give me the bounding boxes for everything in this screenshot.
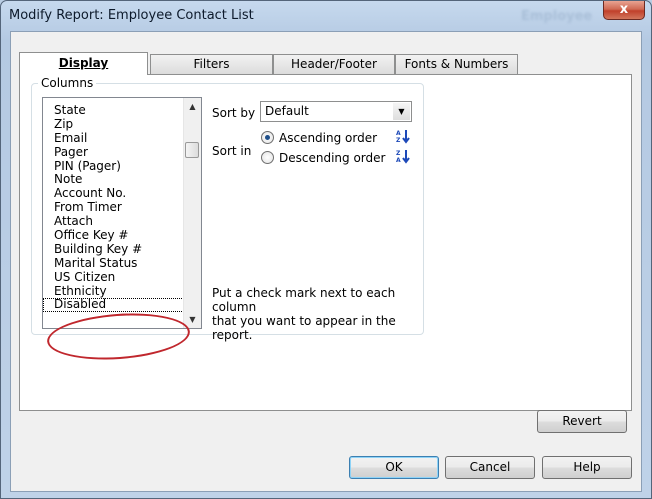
sort-descending-icon: ZA: [396, 149, 410, 167]
columns-listbox[interactable]: State Zip Email Pager PIN (Pager) Note A…: [42, 97, 202, 329]
list-item[interactable]: Zip: [43, 117, 186, 132]
list-item[interactable]: Building Key #: [43, 242, 186, 257]
title-bar[interactable]: Modify Report: Employee Contact List Emp…: [1, 1, 651, 31]
hint-line-2: that you want to appear in the report.: [212, 314, 396, 342]
tab-display[interactable]: Display: [19, 52, 148, 75]
tab-header-footer-label: Header/Footer: [291, 57, 377, 71]
list-item[interactable]: Email: [43, 131, 186, 146]
list-item[interactable]: From Timer: [43, 201, 186, 215]
ascending-order-radio[interactable]: Ascending order: [261, 130, 377, 146]
descending-order-label: Descending order: [279, 151, 386, 165]
window-title: Modify Report: Employee Contact List: [9, 8, 254, 23]
display-tab-panel: Columns State Zip Email Pager PIN (Pager…: [19, 74, 632, 411]
tab-filters[interactable]: Filters: [150, 54, 273, 74]
list-item[interactable]: Office Key #: [43, 229, 186, 243]
sort-by-label: Sort by: [212, 106, 256, 120]
list-item[interactable]: PIN (Pager): [43, 159, 186, 174]
tab-filters-label: Filters: [193, 57, 230, 71]
columns-groupbox: Columns State Zip Email Pager PIN (Pager…: [31, 76, 424, 364]
sort-by-dropdown[interactable]: Default ▼: [260, 101, 412, 122]
close-icon: x: [619, 2, 629, 17]
tab-fonts-numbers[interactable]: Fonts & Numbers: [395, 54, 518, 74]
list-item[interactable]: State: [43, 104, 186, 118]
svg-text:A: A: [396, 130, 401, 137]
column-hint-text: Put a check mark next to each column tha…: [212, 286, 423, 342]
tab-fonts-numbers-label: Fonts & Numbers: [404, 57, 509, 71]
close-button[interactable]: x: [603, 1, 645, 20]
list-item[interactable]: US Citizen: [43, 270, 186, 285]
sort-in-label: Sort in: [212, 144, 252, 158]
list-item[interactable]: Account No.: [43, 187, 186, 201]
list-item[interactable]: Note: [43, 173, 186, 187]
ascending-order-label: Ascending order: [279, 131, 378, 145]
help-button[interactable]: Help: [542, 456, 632, 479]
columns-group-label: Columns: [38, 76, 97, 90]
revert-button[interactable]: Revert: [537, 410, 627, 433]
svg-text:Z: Z: [396, 150, 401, 157]
svg-text:Z: Z: [396, 137, 401, 144]
dialog-window: Modify Report: Employee Contact List Emp…: [0, 0, 652, 499]
background-window-title: Employee: [521, 9, 593, 24]
dialog-client-area: Display Filters Header/Footer Fonts & Nu…: [10, 31, 642, 492]
scroll-up-arrow-icon[interactable]: ▲: [184, 98, 201, 115]
list-item[interactable]: Ethnicity: [43, 284, 186, 299]
list-item[interactable]: Disabled: [43, 298, 186, 313]
list-item[interactable]: Marital Status: [43, 256, 186, 271]
sort-ascending-icon: AZ: [396, 129, 410, 147]
ok-button[interactable]: OK: [349, 456, 439, 479]
scroll-thumb[interactable]: [185, 142, 199, 158]
tab-display-label: Display: [58, 56, 109, 70]
hint-line-1: Put a check mark next to each column: [212, 286, 396, 314]
list-item[interactable]: Attach: [43, 215, 186, 229]
scroll-down-arrow-icon[interactable]: ▼: [184, 311, 201, 328]
columns-scrollbar[interactable]: ▲ ▼: [183, 98, 201, 328]
columns-list: State Zip Email Pager PIN (Pager) Note A…: [43, 104, 186, 313]
radio-checked-icon[interactable]: [261, 131, 274, 144]
sort-by-value: Default: [265, 104, 309, 118]
radio-unchecked-icon[interactable]: [261, 151, 274, 164]
svg-text:A: A: [396, 157, 401, 164]
chevron-down-icon[interactable]: ▼: [393, 103, 410, 120]
descending-order-radio[interactable]: Descending order: [261, 150, 385, 166]
tab-header-footer[interactable]: Header/Footer: [273, 54, 395, 74]
list-item[interactable]: Pager: [43, 145, 186, 160]
cancel-button[interactable]: Cancel: [445, 456, 535, 479]
